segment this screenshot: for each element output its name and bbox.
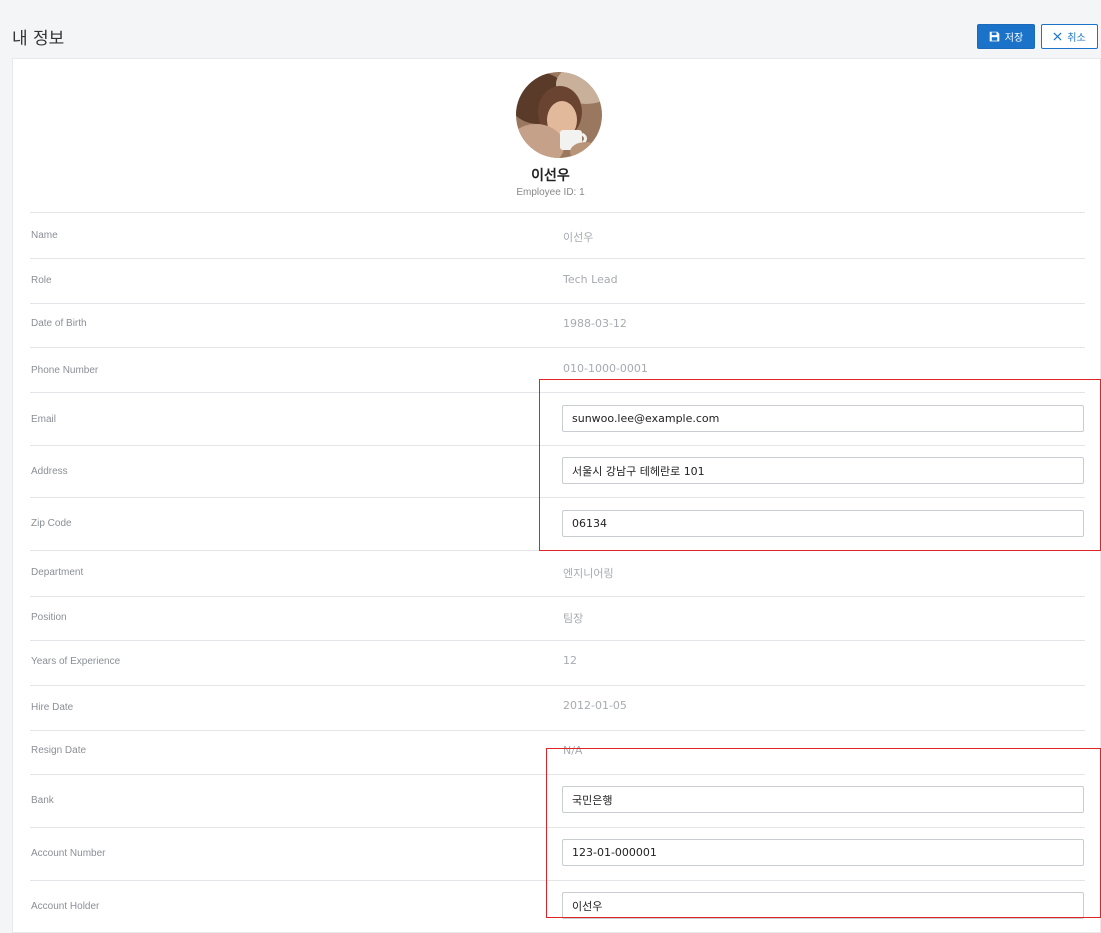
- name-label: Name: [31, 230, 58, 241]
- bank-label: Bank: [31, 795, 54, 806]
- divider: [30, 258, 1085, 259]
- hire-date-label: Hire Date: [31, 702, 74, 713]
- department-value: 엔지니어링: [563, 567, 614, 580]
- date-of-birth-value: 1988-03-12: [563, 317, 627, 330]
- cancel-button[interactable]: 취소: [1041, 24, 1098, 49]
- address-label: Address: [31, 466, 68, 477]
- hire-date-value: 2012-01-05: [563, 699, 627, 712]
- close-icon: [1053, 32, 1062, 41]
- avatar-photo: [516, 72, 602, 158]
- profile-name: 이선우: [531, 168, 570, 184]
- save-button[interactable]: 저장: [977, 24, 1035, 49]
- avatar: [516, 72, 602, 158]
- account-number-label: Account Number: [31, 848, 106, 859]
- zip-code-label: Zip Code: [31, 518, 72, 529]
- position-label: Position: [31, 612, 67, 623]
- address-field[interactable]: [562, 457, 1084, 484]
- divider: [30, 497, 1085, 498]
- resign-date-label: Resign Date: [31, 745, 87, 756]
- save-button-label: 저장: [1004, 33, 1024, 44]
- account-number-field[interactable]: [562, 839, 1084, 866]
- date-of-birth-label: Date of Birth: [31, 318, 87, 329]
- bank-field[interactable]: [562, 786, 1084, 813]
- department-label: Department: [31, 567, 84, 578]
- divider: [30, 774, 1085, 775]
- floppy-disk-icon: [989, 31, 1000, 42]
- divider: [30, 303, 1085, 304]
- divider: [30, 730, 1085, 731]
- phone-number-value: 010-1000-0001: [563, 362, 648, 375]
- divider: [30, 827, 1085, 828]
- cancel-button-label: 취소: [1067, 33, 1086, 44]
- years-of-experience-value: 12: [563, 654, 577, 667]
- employee-id: Employee ID: 1: [516, 187, 585, 198]
- divider: [30, 212, 1085, 213]
- name-value: 이선우: [563, 231, 594, 244]
- phone-number-label: Phone Number: [31, 365, 99, 376]
- divider: [30, 347, 1085, 348]
- account-holder-field[interactable]: [562, 892, 1084, 919]
- email-label: Email: [31, 414, 57, 425]
- role-label: Role: [31, 275, 52, 286]
- divider: [30, 392, 1085, 393]
- divider: [30, 685, 1085, 686]
- page-title: 내 정보: [12, 29, 65, 49]
- resign-date-value: N/A: [563, 744, 583, 757]
- years-of-experience-label: Years of Experience: [31, 656, 121, 667]
- divider: [30, 445, 1085, 446]
- position-value: 팀장: [563, 612, 584, 625]
- divider: [30, 640, 1085, 641]
- zip-code-field[interactable]: [562, 510, 1084, 537]
- divider: [30, 596, 1085, 597]
- email-field[interactable]: [562, 405, 1084, 432]
- page-header: [0, 0, 1101, 52]
- divider: [30, 550, 1085, 551]
- role-value: Tech Lead: [563, 273, 618, 286]
- divider: [30, 880, 1085, 881]
- account-holder-label: Account Holder: [31, 901, 100, 912]
